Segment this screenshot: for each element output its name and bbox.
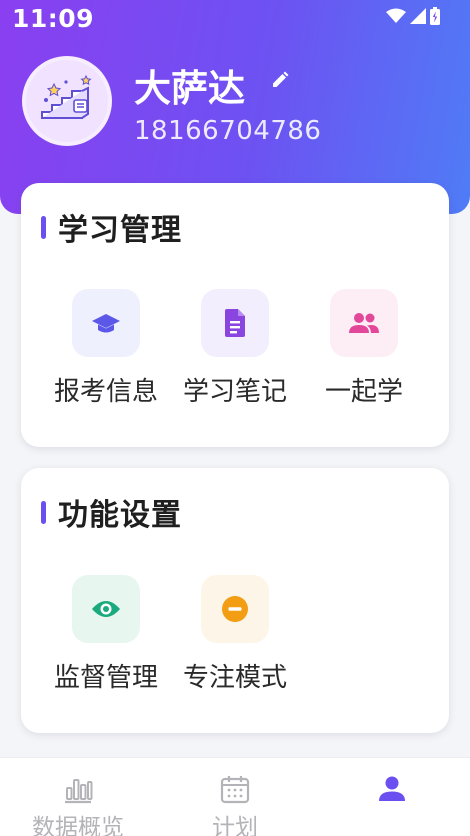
nav-label-plan: 计划 [212,815,258,836]
nav-label-data-overview: 数据概览 [32,815,124,836]
stairs-avatar-icon [41,74,92,119]
edit-icon[interactable] [270,70,290,90]
wifi-icon [386,8,406,23]
study-together-icon-box [330,289,398,357]
status-icons [386,7,440,25]
calendar-icon [220,776,250,804]
function-settings-card: 功能设置 监督管理 专注模式 [21,468,449,733]
study-together-label: 一起学 [324,377,403,407]
nav-profile[interactable] [314,758,470,836]
user-phone: 18166704786 [134,116,322,146]
signal-icon [410,8,426,24]
study-management-card: 学习管理 报考信息 学习笔记 一起学 [21,183,449,447]
battery-icon [430,7,440,25]
profile-header: 大萨达 18166704786 [22,56,452,156]
section-title: 学习管理 [41,209,182,248]
status-bar: 11:09 [0,0,470,40]
section-title-text: 功能设置 [58,498,182,533]
focus-mode-icon-box [201,575,269,643]
study-notes-icon-box [201,289,269,357]
document-icon [225,309,245,337]
user-name: 大萨达 [134,67,245,110]
section-title: 功能设置 [41,494,182,533]
focus-mode-entry[interactable]: 专注模式 [166,575,306,695]
nav-data-overview[interactable]: 数据概览 [0,758,156,836]
focus-mode-label: 专注模式 [182,663,287,693]
bottom-navigation: 数据概览 计划 [0,757,470,836]
section-title-text: 学习管理 [58,213,182,248]
status-time: 11:09 [12,4,95,33]
title-accent-bar [41,215,46,239]
nav-plan[interactable]: 计划 [157,758,313,836]
title-accent-bar [41,500,46,524]
user-icon [379,776,405,801]
people-icon [349,313,379,333]
graduation-cap-icon [92,314,120,333]
exam-info-icon-box [72,289,140,357]
avatar[interactable] [22,56,112,146]
bar-chart-icon [65,779,93,804]
minus-circle-icon [222,596,248,622]
eye-icon [92,601,120,617]
supervision-icon-box [72,575,140,643]
study-together-entry[interactable]: 一起学 [295,289,435,409]
